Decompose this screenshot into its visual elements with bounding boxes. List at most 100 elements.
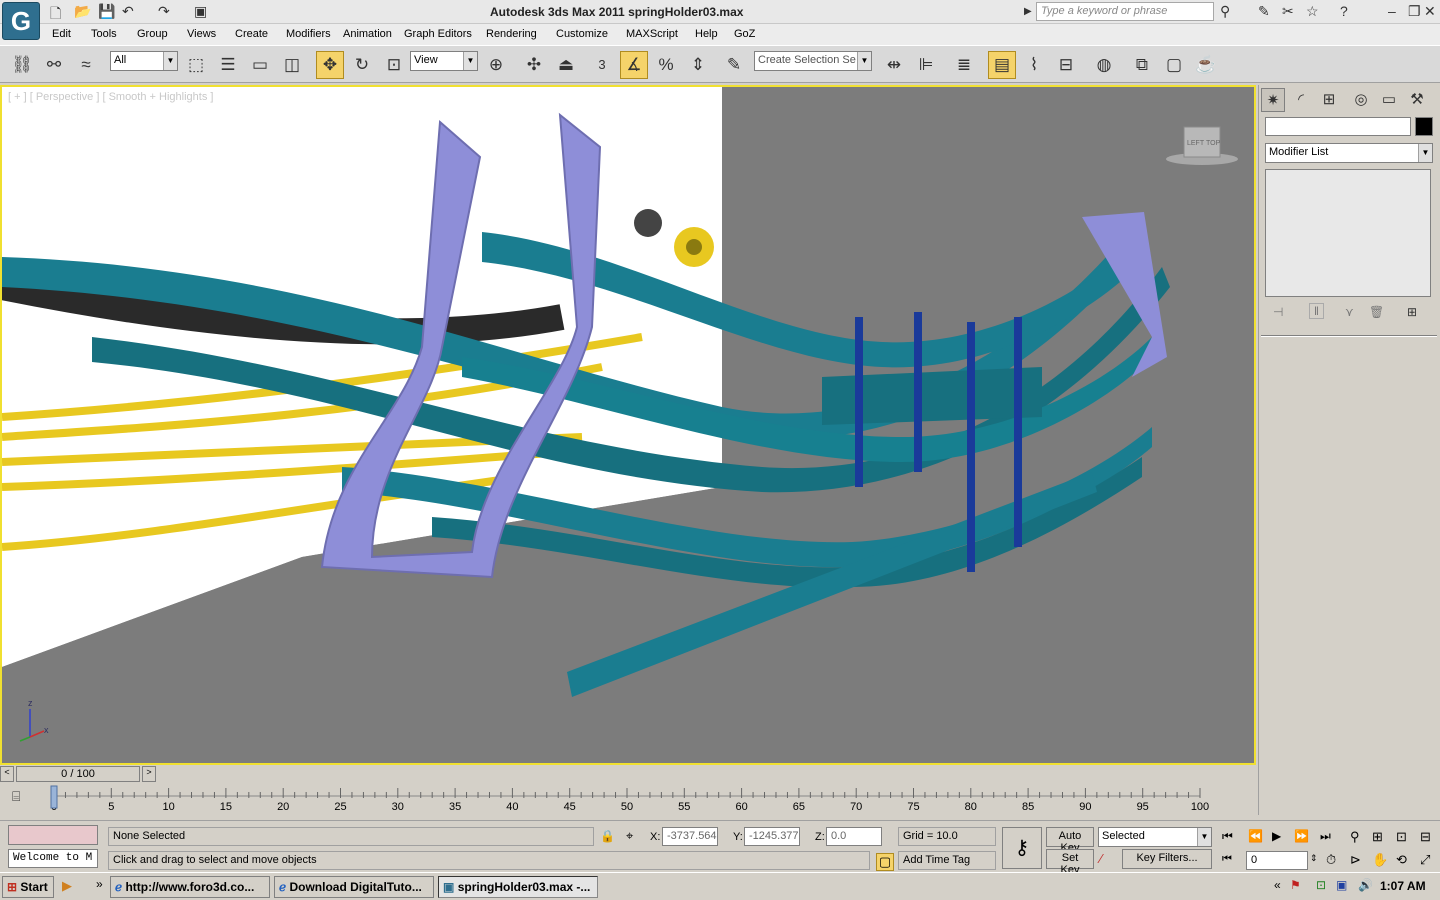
y-coordinate-field[interactable]: -1245.377 xyxy=(744,827,800,846)
start-button[interactable]: ⊞ Start xyxy=(2,876,54,898)
app-logo-icon[interactable]: G xyxy=(2,2,40,40)
select-object-icon[interactable]: ⬚ xyxy=(182,51,210,79)
menu-group[interactable]: Group xyxy=(137,28,168,40)
menu-goz[interactable]: GoZ xyxy=(734,28,755,40)
menu-modifiers[interactable]: Modifiers xyxy=(286,28,331,40)
close-icon[interactable]: ✕ xyxy=(1424,3,1436,20)
viewport-label[interactable]: [ + ] [ Perspective ] [ Smooth + Highlig… xyxy=(8,91,213,103)
configure-modifier-sets-icon[interactable]: ⊞ xyxy=(1407,305,1417,319)
media-player-icon[interactable]: ▶ xyxy=(62,878,72,894)
select-by-name-icon[interactable]: ☰ xyxy=(214,51,242,79)
menu-maxscript[interactable]: MAXScript xyxy=(626,28,678,40)
zoom-extents-icon[interactable]: ⊡ xyxy=(1396,829,1407,845)
menu-customize[interactable]: Customize xyxy=(556,28,608,40)
angle-snap-icon[interactable]: ∡ xyxy=(620,51,648,79)
z-coordinate-field[interactable]: 0.0 xyxy=(826,827,882,846)
display-tab-icon[interactable]: ▭ xyxy=(1377,88,1401,112)
select-and-scale-icon[interactable]: ⊡ xyxy=(380,51,408,79)
create-tab-icon[interactable]: ✷ xyxy=(1261,88,1285,112)
set-key-icon[interactable]: ⚷ xyxy=(1002,827,1042,869)
pan-hand-icon[interactable]: ✋ xyxy=(1372,852,1388,868)
modifier-stack-list[interactable] xyxy=(1265,169,1431,297)
menu-help[interactable]: Help xyxy=(695,28,718,40)
key-mode-toggle-icon[interactable]: ⏮ xyxy=(1222,853,1232,866)
previous-key-icon[interactable]: ⏪ xyxy=(1248,829,1263,843)
project-folder-icon[interactable]: ▣ xyxy=(194,3,207,20)
expand-arrow-icon[interactable]: ▶ xyxy=(1024,6,1032,17)
current-frame-field[interactable]: 0 xyxy=(1246,851,1308,870)
go-to-start-icon[interactable]: ⏮ xyxy=(1222,829,1233,844)
key-filters-button[interactable]: Key Filters... xyxy=(1122,849,1212,869)
show-end-result-icon[interactable]: ‖ xyxy=(1309,303,1324,319)
exchange-icon[interactable]: ✂ xyxy=(1282,3,1294,20)
zoom-extents-all-icon[interactable]: ⊟ xyxy=(1420,829,1431,845)
next-frame-arrow-icon[interactable]: > xyxy=(142,766,156,782)
minimize-icon[interactable]: ‒ xyxy=(1388,3,1396,19)
play-icon[interactable]: ▶ xyxy=(1272,829,1281,843)
modify-tab-icon[interactable]: ◜ xyxy=(1289,88,1313,112)
mirror-icon[interactable]: ⇹ xyxy=(880,51,908,79)
motion-tab-icon[interactable]: ◎ xyxy=(1349,88,1373,112)
mini-curve-editor-icon[interactable]: ⌸ xyxy=(12,788,20,805)
taskbar-item-browser-2[interactable]: ℯ Download DigitalTuto... xyxy=(274,876,434,898)
taskbar-item-3dsmax[interactable]: ▣ springHolder03.max -... xyxy=(438,876,598,898)
open-file-icon[interactable]: 📂 xyxy=(74,3,91,20)
lock-selection-icon[interactable]: 🔒 xyxy=(600,829,615,843)
remove-modifier-icon[interactable]: 🗑 xyxy=(1369,305,1384,319)
restore-icon[interactable]: ❐ xyxy=(1408,3,1421,20)
modifier-list-dropdown[interactable]: Modifier List ▼ xyxy=(1265,143,1433,163)
redo-icon[interactable]: ↷ xyxy=(158,3,170,20)
pivot-center-icon[interactable]: ⊕ xyxy=(482,51,510,79)
align-icon[interactable]: ⊫ xyxy=(912,51,940,79)
hierarchy-tab-icon[interactable]: ⊞ xyxy=(1317,88,1341,112)
tray-display-icon[interactable]: ▣ xyxy=(1336,878,1347,892)
graphite-ribbon-icon[interactable]: ▤ xyxy=(988,51,1016,79)
orbit-icon[interactable]: ⟲ xyxy=(1396,852,1407,868)
select-and-link-icon[interactable]: ⛓ xyxy=(8,51,36,79)
communication-center-icon[interactable]: ✎ xyxy=(1258,3,1270,20)
search-input[interactable]: Type a keyword or phrase xyxy=(1036,2,1214,21)
rendered-frame-window-icon[interactable]: ▢ xyxy=(1160,51,1188,79)
window-crossing-icon[interactable]: ◫ xyxy=(278,51,306,79)
perspective-viewport[interactable]: LEFT TOP z x [ + ] [ Perspective ] [ Smo… xyxy=(0,85,1256,765)
select-and-rotate-icon[interactable]: ↻ xyxy=(348,51,376,79)
favorites-star-icon[interactable]: ☆ xyxy=(1306,3,1319,20)
object-color-swatch[interactable] xyxy=(1415,117,1433,136)
menu-tools[interactable]: Tools xyxy=(91,28,117,40)
render-setup-icon[interactable]: ⧉ xyxy=(1128,51,1156,79)
reference-coordinate-dropdown[interactable]: View ▼ xyxy=(410,51,478,71)
schematic-view-icon[interactable]: ⊟ xyxy=(1052,51,1080,79)
menu-create[interactable]: Create xyxy=(235,28,268,40)
help-icon[interactable]: ? xyxy=(1340,3,1348,19)
pin-stack-icon[interactable]: ⊣ xyxy=(1273,305,1283,319)
menu-graph-editors[interactable]: Graph Editors xyxy=(404,28,472,40)
menu-rendering[interactable]: Rendering xyxy=(486,28,537,40)
frame-spinner-icon[interactable]: ⇕ xyxy=(1310,853,1318,864)
taskbar-item-browser-1[interactable]: ℯ http://www.foro3d.co... xyxy=(110,876,270,898)
zoom-icon[interactable]: ⚲ xyxy=(1350,829,1360,845)
undo-icon[interactable]: ↶ xyxy=(122,3,134,20)
save-icon[interactable]: 💾 xyxy=(98,3,115,20)
time-configuration-icon[interactable]: ⏱ xyxy=(1326,852,1336,868)
absolute-mode-icon[interactable]: ⌖ xyxy=(626,828,633,844)
bind-space-warp-icon[interactable]: ≈ xyxy=(72,51,100,79)
material-editor-icon[interactable]: ◍ xyxy=(1090,51,1118,79)
set-key-button[interactable]: Set Key xyxy=(1046,849,1094,876)
select-and-manipulate-icon[interactable]: ✣ xyxy=(520,51,548,79)
tray-network-icon[interactable]: ⊡ xyxy=(1316,878,1326,892)
taskbar-overflow-icon[interactable]: » xyxy=(96,877,103,891)
percent-snap-icon[interactable]: % xyxy=(652,51,680,79)
maximize-viewport-icon[interactable]: ⤢ xyxy=(1420,852,1430,868)
next-key-icon[interactable]: ⏩ xyxy=(1294,829,1309,843)
make-unique-icon[interactable]: ⋎ xyxy=(1345,305,1354,319)
time-slider-thumb[interactable]: 0 / 100 xyxy=(16,766,140,782)
key-mode-dropdown[interactable]: Selected ▼ xyxy=(1098,827,1212,847)
tray-volume-icon[interactable]: 🔊 xyxy=(1358,878,1373,892)
render-production-icon[interactable]: ☕ xyxy=(1192,51,1220,79)
time-tag-icon[interactable]: ▢ xyxy=(876,853,894,871)
select-and-move-icon[interactable]: ✥ xyxy=(316,51,344,79)
viewcube[interactable]: LEFT TOP xyxy=(1166,126,1238,165)
binoculars-icon[interactable]: ⚲ xyxy=(1220,3,1230,20)
curve-editor-icon[interactable]: ⌇ xyxy=(1020,51,1048,79)
named-selection-sets-dropdown[interactable]: Create Selection Se ▼ xyxy=(754,51,872,71)
